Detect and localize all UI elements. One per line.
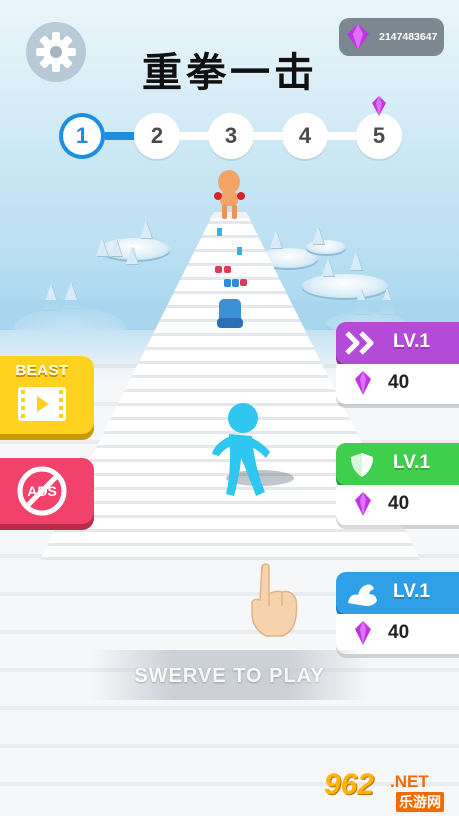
level-node: 3 <box>208 113 254 159</box>
upgrade-cost: 40 <box>336 485 459 525</box>
gem-count: 2147483647 <box>379 31 438 43</box>
speed-pickup <box>217 228 222 236</box>
speed-pickup <box>237 247 242 255</box>
no-ads-icon: ADS <box>17 466 67 516</box>
pointing-hand-icon <box>251 563 298 637</box>
game-screen[interactable]: 重拳一击 2147483647 1 2 3 4 5 BEAST ADS LV.1… <box>0 0 459 816</box>
level-node-current: 1 <box>59 113 105 159</box>
upgrade-level: LV.1 <box>393 452 430 473</box>
flexed-arm-icon <box>348 584 377 606</box>
upgrade-header: LV.1 <box>336 443 459 485</box>
watermark-number: 962 <box>324 768 375 801</box>
beast-video-button[interactable]: BEAST <box>0 356 94 434</box>
double-chevron-icon <box>345 331 374 355</box>
ads-label: ADS <box>27 483 57 499</box>
site-watermark: 962 .NET 乐游网 <box>320 768 455 812</box>
gem-icon <box>372 96 386 116</box>
video-icon <box>18 387 66 421</box>
watermark-chinese: 乐游网 <box>396 792 444 812</box>
speed-upgrade-card[interactable]: LV.1 40 <box>336 322 459 408</box>
power-upgrade-card[interactable]: LV.1 40 <box>336 572 459 658</box>
no-ads-button[interactable]: ADS <box>0 458 94 524</box>
watermark-suffix: .NET <box>390 772 429 791</box>
upgrade-cost-value: 40 <box>388 493 410 514</box>
level-progress: 1 2 3 4 5 <box>57 96 407 161</box>
beast-label: BEAST <box>15 362 69 379</box>
level-node-boss: 5 <box>356 113 402 159</box>
level-node: 4 <box>282 113 328 159</box>
shield-upgrade-card[interactable]: LV.1 40 <box>336 443 459 529</box>
level-node: 2 <box>134 113 180 159</box>
settings-button[interactable] <box>26 22 86 82</box>
gem-counter: 2147483647 <box>339 18 444 56</box>
gem-icon <box>347 24 369 50</box>
swerve-instruction: SWERVE TO PLAY <box>134 665 325 687</box>
gem-icon <box>355 492 371 516</box>
upgrade-header: LV.1 <box>336 322 459 364</box>
enemy-boxer <box>214 170 245 219</box>
upgrade-cost-value: 40 <box>388 622 410 643</box>
gear-icon <box>36 32 76 72</box>
upgrade-header: LV.1 <box>336 572 459 614</box>
shield-icon <box>351 453 373 477</box>
upgrade-level: LV.1 <box>393 581 430 602</box>
upgrade-cost: 40 <box>336 364 459 404</box>
upgrade-cost: 40 <box>336 614 459 654</box>
upgrade-level: LV.1 <box>393 331 430 352</box>
game-title: 重拳一击 <box>142 49 318 96</box>
gem-icon <box>355 621 371 645</box>
upgrade-cost-value: 40 <box>388 372 410 393</box>
gem-icon <box>355 371 371 395</box>
